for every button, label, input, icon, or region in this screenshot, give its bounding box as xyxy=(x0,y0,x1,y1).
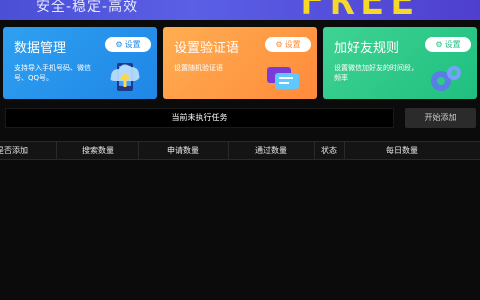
start-add-button[interactable]: 开始添加 xyxy=(405,108,476,128)
card-desc: 支持导入手机号码、微信号、QQ号。 xyxy=(14,64,91,82)
gear-icon: ⚙ xyxy=(115,40,123,49)
settings-button-rules[interactable]: ⚙ 设置 xyxy=(425,37,471,52)
settings-label: 设置 xyxy=(124,40,141,49)
settings-label: 设置 xyxy=(444,40,461,49)
settings-button-data[interactable]: ⚙ 设置 xyxy=(105,37,151,52)
gear-icon: ⚙ xyxy=(275,40,283,49)
top-banner: 安全-稳定-高效 FREE xyxy=(0,0,480,20)
card-desc: 设置随机验证语 xyxy=(174,64,223,72)
card-title: 加好友规则 xyxy=(334,41,400,56)
column-header[interactable]: 状态 xyxy=(314,142,345,159)
column-header[interactable]: 每日数量 xyxy=(344,142,460,159)
gears-art xyxy=(431,66,461,91)
column-header[interactable]: 是否添加 xyxy=(0,142,57,159)
card-verification: 设置验证语 ⚙ 设置 设置随机验证语 xyxy=(163,27,317,99)
card-title: 数据管理 xyxy=(14,41,67,56)
table-header: 是否添加 搜索数量 申请数量 通过数量 状态 每日数量 xyxy=(0,141,480,160)
column-header[interactable]: 通过数量 xyxy=(228,142,315,159)
settings-button-verify[interactable]: ⚙ 设置 xyxy=(265,37,311,52)
chat-bubbles-art xyxy=(267,67,299,89)
task-status-bar: 当前未执行任务 xyxy=(5,108,394,128)
column-header[interactable]: 搜索数量 xyxy=(58,142,139,159)
card-title: 设置验证语 xyxy=(174,41,240,56)
column-header[interactable]: 申请数量 xyxy=(138,142,229,159)
gear-icon: ⚙ xyxy=(435,40,443,49)
settings-label: 设置 xyxy=(284,40,301,49)
banner-tagline: 安全-稳定-高效 xyxy=(36,0,139,15)
card-friend-rules: 加好友规则 ⚙ 设置 设置微信加好友的时间段，频率 xyxy=(323,27,477,99)
feature-cards: 数据管理 ⚙ 设置 支持导入手机号码、微信号、QQ号。 设置验证语 ⚙ 设置 设… xyxy=(0,27,480,99)
card-desc: 设置微信加好友的时间段，频率 xyxy=(334,64,418,82)
phone-cloud-art xyxy=(110,63,140,91)
card-data-management: 数据管理 ⚙ 设置 支持导入手机号码、微信号、QQ号。 xyxy=(3,27,157,99)
banner-free-text: FREE xyxy=(300,0,420,20)
